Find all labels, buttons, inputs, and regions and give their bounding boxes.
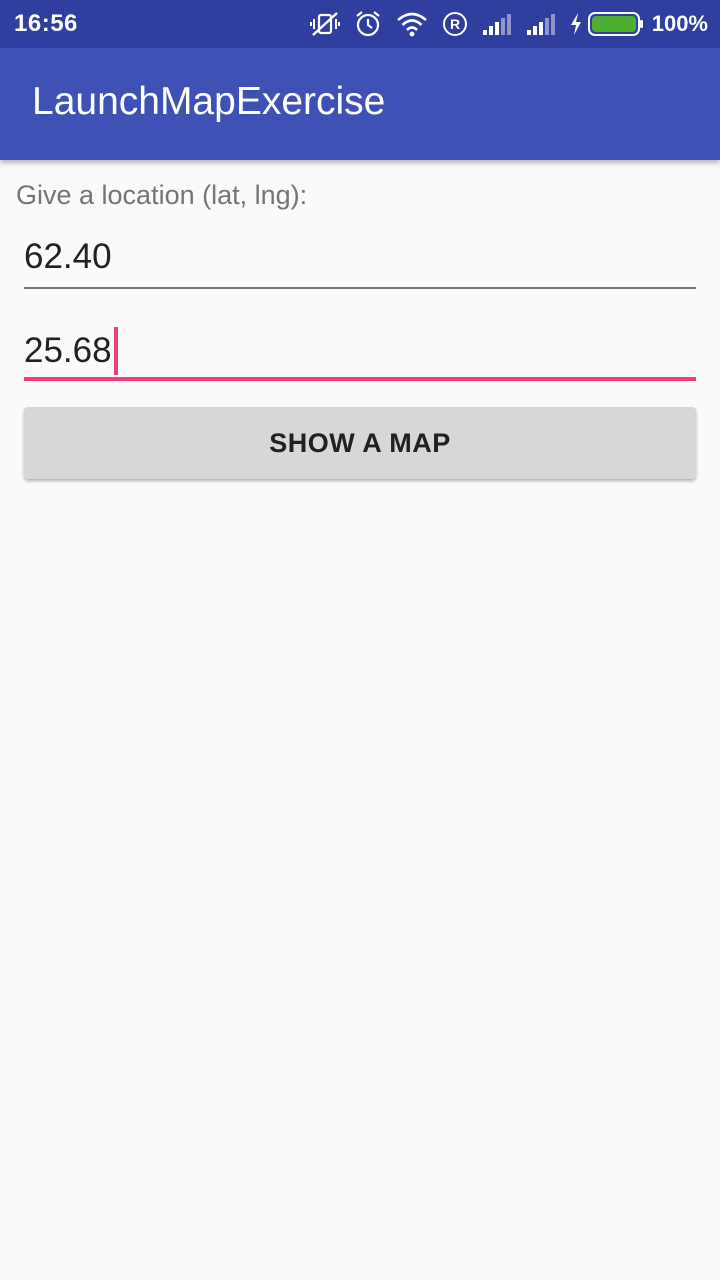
signal-icon — [482, 0, 512, 48]
vibrate-off-icon — [309, 0, 340, 48]
svg-text:R: R — [450, 16, 460, 32]
longitude-value: 25.68 — [24, 331, 112, 370]
status-icons: R 100% — [296, 0, 708, 48]
app-bar: LaunchMapExercise — [0, 48, 720, 160]
roaming-r-icon: R — [442, 0, 468, 48]
status-time: 16:56 — [14, 10, 78, 37]
location-prompt: Give a location (lat, lng): — [16, 180, 308, 210]
text-cursor — [113, 327, 118, 375]
status-bar: 16:56 R 100% — [0, 0, 720, 48]
show-map-button[interactable]: SHOW A MAP — [24, 407, 696, 479]
longitude-underline — [24, 377, 696, 381]
latitude-underline — [24, 287, 696, 289]
alarm-icon — [354, 0, 382, 48]
charging-bolt-icon — [570, 0, 582, 48]
longitude-value-wrap: 25.68 — [24, 327, 118, 375]
battery-icon — [587, 0, 644, 48]
app-title: LaunchMapExercise — [32, 80, 386, 123]
wifi-icon — [396, 0, 428, 48]
signal-icon — [526, 0, 556, 48]
longitude-field[interactable]: 25.68 — [24, 321, 696, 381]
latitude-value: 62.40 — [24, 237, 112, 276]
battery-percentage: 100% — [651, 11, 708, 36]
latitude-field[interactable]: 62.40 — [24, 229, 696, 289]
